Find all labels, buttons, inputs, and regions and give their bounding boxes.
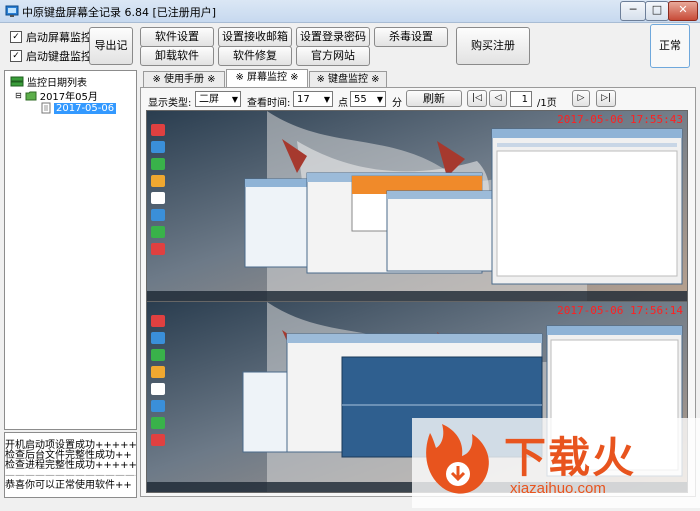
keyboard-monitor-label: 启动键盘监控 bbox=[26, 50, 92, 63]
display-type-label: 显示类型: bbox=[148, 98, 192, 109]
document-icon bbox=[41, 102, 51, 114]
view-time-label: 查看时间: bbox=[247, 98, 291, 109]
desktop-icon bbox=[151, 141, 165, 153]
close-button[interactable]: ✕ bbox=[668, 1, 698, 21]
screen-monitor-label: 启动屏幕监控 bbox=[26, 31, 92, 44]
page-input[interactable]: 1 bbox=[510, 91, 532, 107]
desktop-icon bbox=[151, 400, 165, 412]
desktop-icon bbox=[151, 315, 165, 327]
desktop-icon bbox=[151, 124, 165, 136]
set-email-button[interactable]: 设置接收邮箱 bbox=[218, 27, 292, 47]
title-bar: 中原键盘屏幕全记录 6.84 [已注册用户] ─ □ ✕ bbox=[0, 0, 700, 23]
desktop-icon bbox=[151, 226, 165, 238]
desktop-icon bbox=[151, 192, 165, 204]
hour-value: 17 bbox=[297, 94, 310, 105]
watermark-brand: 下载火 bbox=[504, 434, 637, 481]
desktop-icon bbox=[151, 332, 165, 344]
tree-month-label: 2017年05月 bbox=[39, 92, 98, 103]
desktop-icon bbox=[151, 175, 165, 187]
last-page-button[interactable]: ▷| bbox=[596, 90, 616, 107]
uninstall-button[interactable]: 卸载软件 bbox=[140, 46, 214, 66]
checkbox-checked-icon: ✓ bbox=[10, 31, 22, 43]
tree-month[interactable]: ⊟ 2017年05月 bbox=[15, 88, 98, 103]
maximize-button[interactable]: □ bbox=[645, 1, 669, 21]
folder-icon bbox=[25, 91, 37, 101]
watermark: 下载火 xiazaihuo.com bbox=[412, 418, 700, 508]
status-log: 开机启动项设置成功+++++ 检查后台文件完整性成功++ 检查进程完整性成功++… bbox=[4, 432, 137, 498]
desktop-icon bbox=[151, 366, 165, 378]
desktop-icons bbox=[147, 310, 191, 451]
official-website-button[interactable]: 官方网站 bbox=[296, 46, 370, 66]
first-page-button[interactable]: |◁ bbox=[467, 90, 487, 107]
desktop-capture-image bbox=[147, 111, 687, 301]
log-line: 检查进程完整性成功+++++ bbox=[5, 460, 137, 471]
antivirus-settings-button[interactable]: 杀毒设置 bbox=[374, 27, 448, 47]
date-tree: 监控日期列表 ⊟ 2017年05月 2017-05-06 bbox=[4, 70, 137, 430]
window-title: 中原键盘屏幕全记录 6.84 [已注册用户] bbox=[22, 6, 217, 19]
software-settings-button[interactable]: 软件设置 bbox=[140, 27, 214, 47]
tab-screen-monitor[interactable]: ※ 屏幕监控 ※ bbox=[226, 69, 308, 88]
minute-select[interactable]: 55 ▼ bbox=[350, 91, 386, 107]
keyboard-monitor-checkbox[interactable]: ✓ 启动键盘监控 bbox=[10, 48, 92, 64]
minimize-button[interactable]: ─ bbox=[620, 1, 646, 21]
app-icon bbox=[5, 5, 19, 17]
dropdown-arrow-icon: ▼ bbox=[376, 95, 383, 104]
collapse-icon: ⊟ bbox=[15, 91, 22, 100]
set-password-button[interactable]: 设置登录密码 bbox=[296, 27, 370, 47]
screenshot-1[interactable]: 2017-05-06 17:55:43 bbox=[146, 110, 688, 302]
tree-root[interactable]: 监控日期列表 bbox=[10, 74, 87, 89]
capture-timestamp: 2017-05-06 17:56:14 bbox=[557, 304, 683, 317]
monitor-stack-icon bbox=[10, 76, 24, 86]
minute-unit: 分 bbox=[392, 98, 402, 109]
buy-register-button[interactable]: 购买注册 bbox=[456, 27, 530, 65]
watermark-url: xiazaihuo.com bbox=[510, 480, 606, 497]
capture-timestamp: 2017-05-06 17:55:43 bbox=[557, 113, 683, 126]
next-page-button[interactable]: ▷ bbox=[572, 90, 590, 107]
desktop-icon bbox=[151, 434, 165, 446]
display-type-value: 二屏 bbox=[199, 94, 219, 105]
tree-day-label: 2017-05-06 bbox=[54, 102, 117, 114]
desktop-icons bbox=[147, 119, 191, 260]
desktop-icon bbox=[151, 209, 165, 221]
screen-monitor-checkbox[interactable]: ✓ 启动屏幕监控 bbox=[10, 29, 92, 45]
log-line: 恭喜你可以正常使用软件++ bbox=[5, 480, 132, 491]
desktop-icon bbox=[151, 349, 165, 361]
desktop-icon bbox=[151, 158, 165, 170]
hour-unit: 点 bbox=[338, 98, 348, 109]
dropdown-arrow-icon: ▼ bbox=[323, 95, 330, 104]
display-type-select[interactable]: 二屏 ▼ bbox=[195, 91, 241, 107]
minute-value: 55 bbox=[354, 94, 367, 105]
tab-manual[interactable]: ※ 使用手册 ※ bbox=[143, 71, 225, 87]
prev-page-button[interactable]: ◁ bbox=[489, 90, 507, 107]
desktop-icon bbox=[151, 383, 165, 395]
page-total: /1页 bbox=[537, 98, 557, 109]
refresh-button[interactable]: 刷新 bbox=[406, 90, 462, 107]
tree-root-label: 监控日期列表 bbox=[27, 78, 87, 89]
dropdown-arrow-icon: ▼ bbox=[231, 95, 238, 104]
tab-keyboard-monitor[interactable]: ※ 键盘监控 ※ bbox=[309, 71, 387, 87]
export-records-button[interactable]: 导出记录 bbox=[89, 27, 133, 88]
hour-select[interactable]: 17 ▼ bbox=[293, 91, 333, 107]
checkbox-checked-icon: ✓ bbox=[10, 50, 22, 62]
tree-day[interactable]: 2017-05-06 bbox=[41, 102, 117, 114]
repair-button[interactable]: 软件修复 bbox=[218, 46, 292, 66]
desktop-icon bbox=[151, 243, 165, 255]
status-indicator: 正常 bbox=[650, 24, 690, 68]
desktop-icon bbox=[151, 417, 165, 429]
